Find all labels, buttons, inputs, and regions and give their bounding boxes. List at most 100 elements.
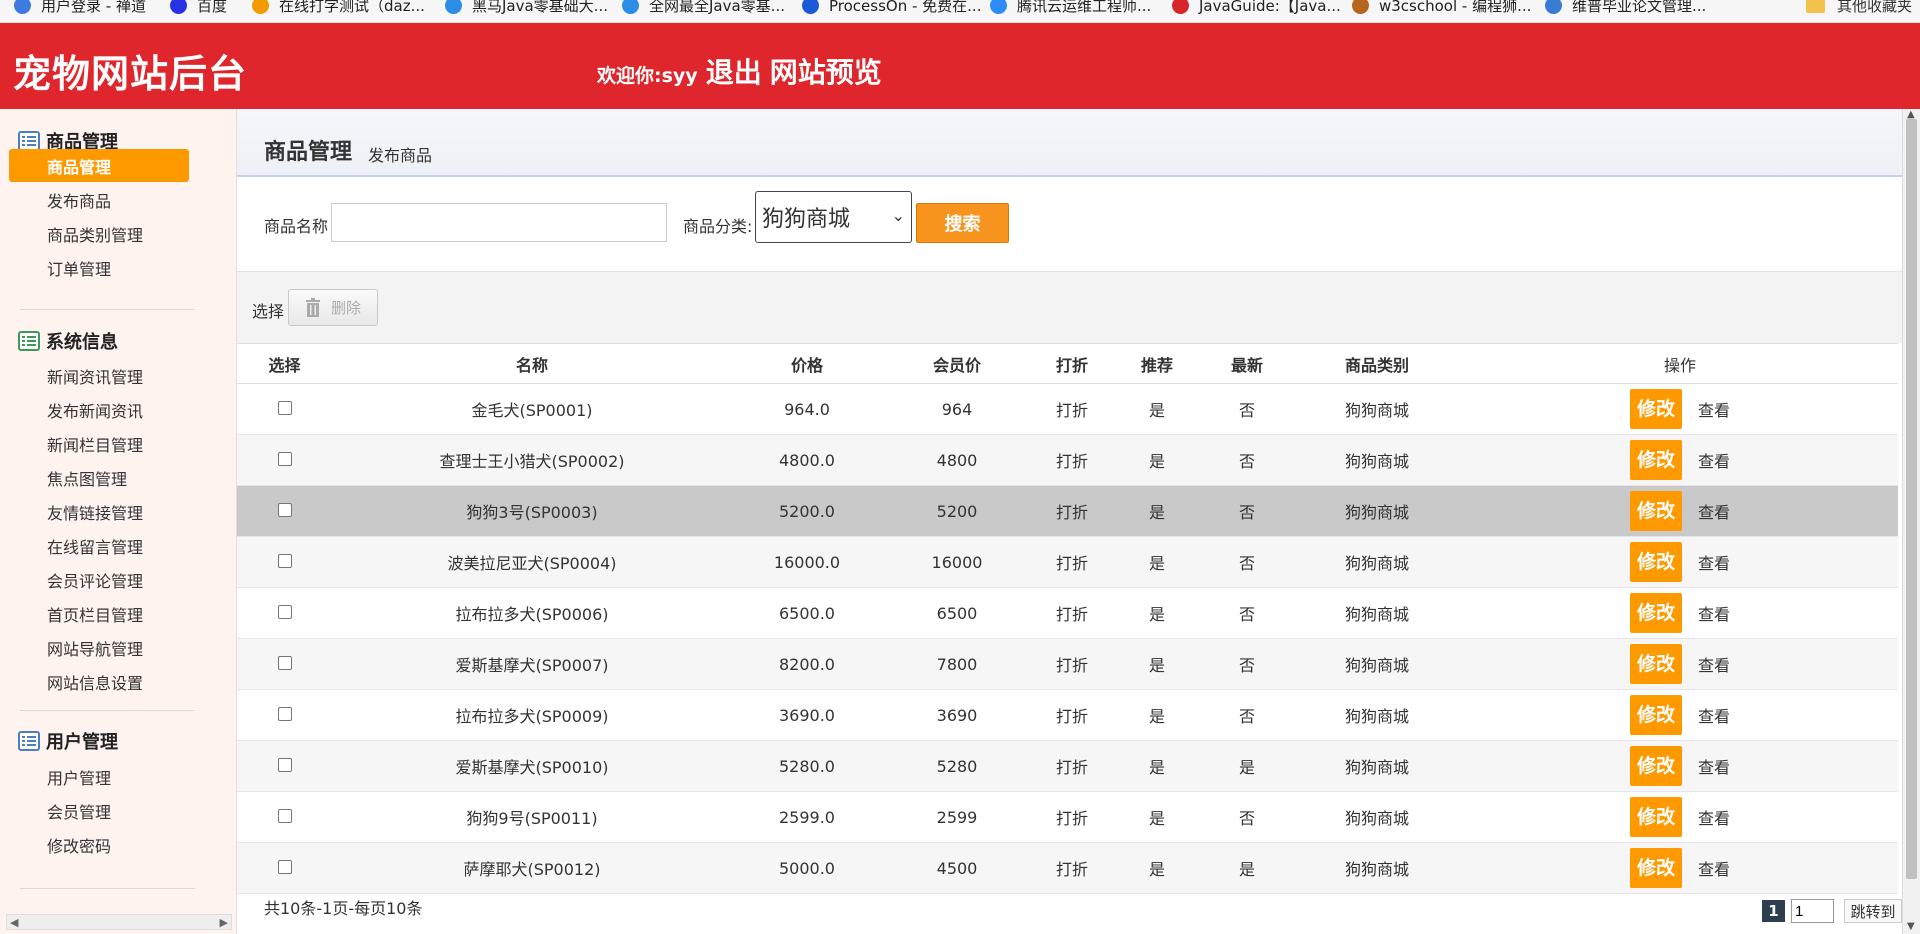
- actions-cell: 修改 查看: [1462, 383, 1898, 435]
- row-checkbox[interactable]: [277, 503, 292, 517]
- table-row[interactable]: 狗狗3号(SP0003) 5200.0 5200 打折是否狗狗商城 修改 查看: [237, 485, 1898, 537]
- row-checkbox[interactable]: [277, 860, 292, 874]
- bookmark-item[interactable]: 全网最全Java零基...: [622, 0, 785, 16]
- logout-link[interactable]: 退出: [706, 51, 762, 91]
- edit-button[interactable]: 修改: [1629, 440, 1682, 480]
- edit-button[interactable]: 修改: [1629, 848, 1682, 888]
- sidebar-item[interactable]: 新闻资讯管理: [47, 363, 143, 389]
- bookmark-item[interactable]: 维普毕业论文管理...: [1545, 0, 1706, 16]
- view-link[interactable]: 查看: [1698, 601, 1730, 625]
- column-header: 操作: [1462, 343, 1898, 384]
- view-link[interactable]: 查看: [1698, 448, 1730, 472]
- page-subtitle-link[interactable]: 发布商品: [368, 142, 432, 166]
- sidebar-item[interactable]: 新闻栏目管理: [47, 431, 143, 457]
- view-link[interactable]: 查看: [1698, 499, 1730, 523]
- table-row[interactable]: 金毛犬(SP0001) 964.0 964 打折是否狗狗商城 修改 查看: [237, 383, 1898, 435]
- sidebar-item[interactable]: 会员评论管理: [47, 567, 143, 593]
- product-name-input[interactable]: [331, 203, 667, 242]
- edit-button[interactable]: 修改: [1629, 491, 1682, 531]
- row-checkbox[interactable]: [277, 656, 292, 670]
- sidebar-item[interactable]: 在线留言管理: [47, 533, 143, 559]
- site-header: 宠物网站后台 欢迎你:syy 退出 网站预览: [0, 23, 1920, 109]
- table-row[interactable]: 拉布拉多犬(SP0006) 6500.0 6500 打折是否狗狗商城 修改 查看: [237, 587, 1898, 639]
- bookmark-label: 全网最全Java零基...: [649, 0, 785, 15]
- row-checkbox[interactable]: [277, 758, 292, 772]
- view-link[interactable]: 查看: [1698, 550, 1730, 574]
- sidebar-item[interactable]: 订单管理: [47, 255, 111, 281]
- sidebar-item[interactable]: 会员管理: [47, 798, 111, 824]
- column-header: 价格: [732, 343, 882, 384]
- cell-category: 狗狗商城: [1292, 485, 1462, 537]
- actions-cell: 修改 查看: [1462, 791, 1898, 843]
- sidebar-item[interactable]: 网站信息设置: [47, 669, 143, 695]
- select-label: 选择: [252, 302, 285, 321]
- table-header-row: 选择 名称 价格 会员价 打折 推荐 最新 商品类别 操作: [237, 343, 1898, 384]
- table-row[interactable]: 波美拉尼亚犬(SP0004) 16000.0 16000 打折是否狗狗商城 修改 查看: [237, 536, 1898, 588]
- sidebar-item[interactable]: 首页栏目管理: [47, 601, 143, 627]
- edit-button[interactable]: 修改: [1629, 542, 1682, 582]
- table-row[interactable]: 萨摩耶犬(SP0012) 5000.0 4500 打折是是狗狗商城 修改 查看: [237, 842, 1898, 894]
- sidebar-item[interactable]: 友情链接管理: [47, 499, 143, 525]
- scroll-left-icon[interactable]: ◀: [10, 916, 18, 929]
- table-row[interactable]: 狗狗9号(SP0011) 2599.0 2599 打折是否狗狗商城 修改 查看: [237, 791, 1898, 843]
- view-link[interactable]: 查看: [1698, 856, 1730, 880]
- sidebar-item[interactable]: 发布商品: [47, 187, 111, 213]
- scroll-down-icon[interactable]: ▼: [1907, 921, 1915, 932]
- table-row[interactable]: 拉布拉多犬(SP0009) 3690.0 3690 打折是否狗狗商城 修改 查看: [237, 689, 1898, 741]
- site-preview-link[interactable]: 网站预览: [770, 51, 882, 91]
- view-link[interactable]: 查看: [1698, 754, 1730, 778]
- edit-button[interactable]: 修改: [1629, 644, 1682, 684]
- folder-icon: [1805, 0, 1825, 13]
- sidebar-item-active[interactable]: 商品管理: [9, 149, 189, 182]
- delete-button[interactable]: 删除: [288, 289, 378, 326]
- page-jump-input[interactable]: [1791, 899, 1834, 923]
- sidebar-item[interactable]: 焦点图管理: [47, 465, 127, 491]
- view-link[interactable]: 查看: [1698, 652, 1730, 676]
- row-checkbox[interactable]: [277, 452, 292, 466]
- edit-button[interactable]: 修改: [1629, 695, 1682, 735]
- delete-label: 删除: [331, 299, 362, 317]
- view-link[interactable]: 查看: [1698, 397, 1730, 421]
- cell-name: 拉布拉多犬(SP0006): [332, 587, 732, 639]
- row-checkbox[interactable]: [277, 809, 292, 823]
- bookmark-item[interactable]: ProcessOn - 免费在...: [802, 0, 981, 16]
- bookmark-item[interactable]: 黑马Java零基础大...: [445, 0, 608, 16]
- cell-member-price: 6500: [882, 587, 1032, 639]
- sidebar-item[interactable]: 用户管理: [47, 764, 111, 790]
- row-checkbox[interactable]: [277, 554, 292, 568]
- edit-button[interactable]: 修改: [1629, 389, 1682, 429]
- bookmark-item[interactable]: 用户登录 - 禅道: [14, 0, 146, 16]
- bookmark-item[interactable]: 在线打字测试（daz...: [252, 0, 425, 16]
- table-row[interactable]: 爱斯基摩犬(SP0007) 8200.0 7800 打折是否狗狗商城 修改 查看: [237, 638, 1898, 690]
- sidebar-item[interactable]: 修改密码: [47, 832, 111, 858]
- edit-button[interactable]: 修改: [1629, 593, 1682, 633]
- sidebar-item[interactable]: 发布新闻资讯: [47, 397, 143, 423]
- sidebar-item[interactable]: 网站导航管理: [47, 635, 143, 661]
- bookmark-item[interactable]: JavaGuide:【Java...: [1172, 0, 1341, 16]
- sidebar-item[interactable]: 商品类别管理: [47, 221, 143, 247]
- cell-name: 狗狗3号(SP0003): [332, 485, 732, 537]
- edit-button[interactable]: 修改: [1629, 797, 1682, 837]
- page-number-current[interactable]: 1: [1762, 900, 1785, 922]
- bookmark-item[interactable]: 百度: [170, 0, 227, 16]
- bookmark-item[interactable]: w3cschool - 编程狮...: [1352, 0, 1531, 16]
- table-row[interactable]: 查理士王小猎犬(SP0002) 4800.0 4800 打折是否狗狗商城 修改 查看: [237, 434, 1898, 486]
- edit-button[interactable]: 修改: [1629, 746, 1682, 786]
- row-checkbox[interactable]: [277, 401, 292, 415]
- category-select[interactable]: 狗狗商城 ⌄: [755, 191, 912, 243]
- scroll-right-icon[interactable]: ▶: [220, 916, 228, 929]
- scrollbar-thumb[interactable]: [1906, 119, 1917, 879]
- search-button[interactable]: 搜索: [916, 203, 1009, 243]
- row-checkbox[interactable]: [277, 707, 292, 721]
- cell-discount: 打折: [1032, 587, 1112, 639]
- page-vertical-scrollbar[interactable]: ▲ ▼: [1902, 109, 1920, 934]
- view-link[interactable]: 查看: [1698, 703, 1730, 727]
- bookmark-item[interactable]: 腾讯云运维工程师...: [990, 0, 1151, 16]
- sidebar-horizontal-scrollbar[interactable]: ◀ ▶: [6, 914, 232, 930]
- row-checkbox[interactable]: [277, 605, 292, 619]
- sidebar-group-heading: 用户管理: [18, 729, 118, 753]
- view-link[interactable]: 查看: [1698, 805, 1730, 829]
- page-jump-button[interactable]: 跳转到: [1844, 899, 1902, 923]
- bookmark-folder-other[interactable]: 其他收藏夹: [1805, 0, 1920, 16]
- table-row[interactable]: 爱斯基摩犬(SP0010) 5280.0 5280 打折是是狗狗商城 修改 查看: [237, 740, 1898, 792]
